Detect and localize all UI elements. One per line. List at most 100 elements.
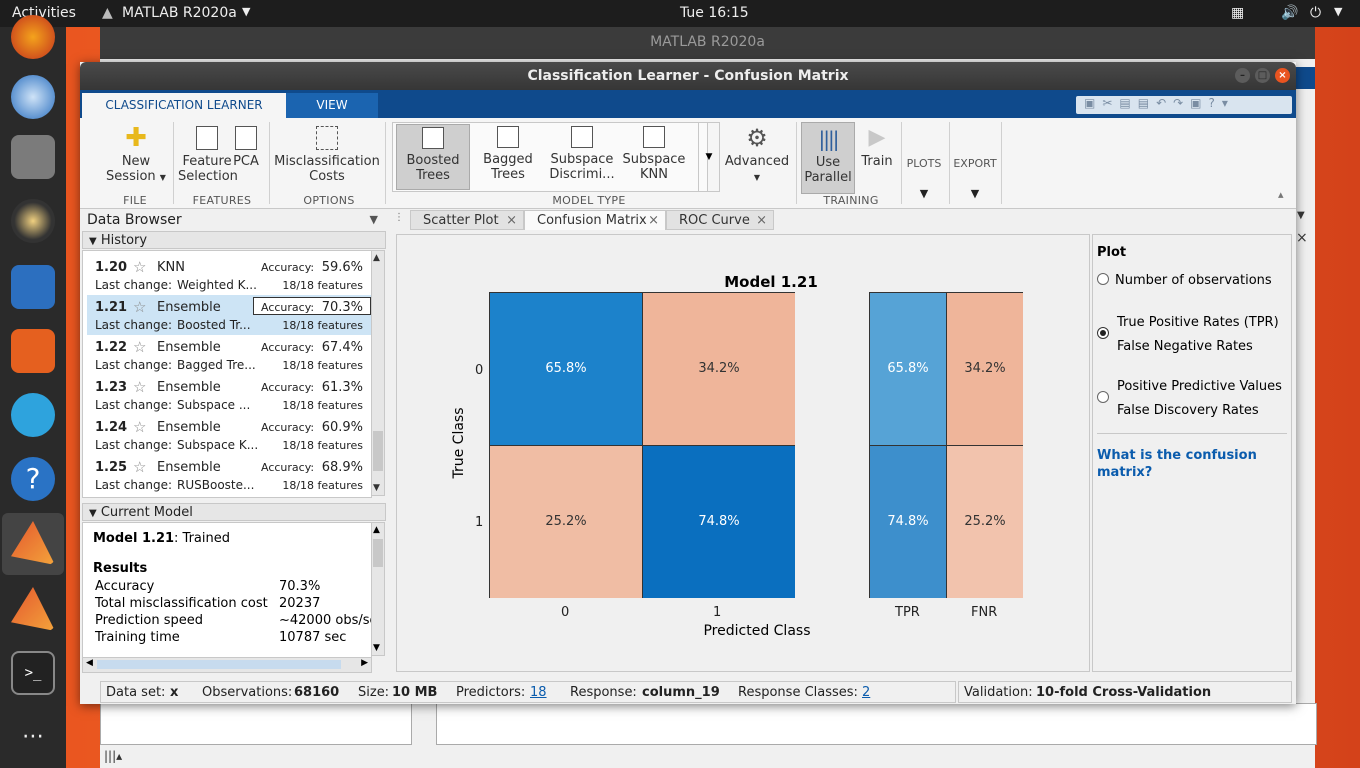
help-icon[interactable]: ? xyxy=(11,457,55,501)
plot-options-title: Plot xyxy=(1097,245,1127,260)
scroll-up-icon[interactable]: ▲ xyxy=(373,525,380,535)
help-link[interactable]: What is the confusion matrix? xyxy=(1097,447,1277,481)
table-icon xyxy=(196,126,218,150)
thunderbird-icon[interactable] xyxy=(11,75,55,119)
scrollbar-thumb[interactable] xyxy=(373,539,383,567)
subspace-discriminant-icon xyxy=(571,126,593,148)
advanced-button[interactable]: ⚙ Advanced ▼ xyxy=(720,126,794,185)
accuracy-label: Accuracy: xyxy=(261,461,315,474)
history-item[interactable]: 1.20 ☆ KNN Accuracy: 59.6% Last change: Weight… xyxy=(87,255,371,295)
volume-icon[interactable]: 🔊 xyxy=(1281,5,1298,21)
play-icon: ▶ xyxy=(868,125,886,150)
star-icon[interactable]: ☆ xyxy=(133,338,146,356)
close-tab-icon[interactable]: × xyxy=(648,211,659,231)
model-type: Ensemble xyxy=(157,380,221,395)
close-panel-icon[interactable]: × xyxy=(1296,230,1308,246)
tab-classification-learner[interactable]: CLASSIFICATION LEARNER xyxy=(82,93,286,118)
background-window-title: MATLAB R2020a xyxy=(100,27,1315,59)
star-icon[interactable]: ☆ xyxy=(133,378,146,396)
current-model-scrollbar[interactable]: ▲ ▼ xyxy=(371,522,385,656)
observations-value: 68160 xyxy=(294,685,340,700)
scroll-up-icon[interactable]: ▲ xyxy=(373,253,380,263)
collapse-ribbon-icon[interactable]: ▴ xyxy=(1278,188,1284,201)
last-change-value: Bagged Tre... xyxy=(177,358,256,372)
current-model-section-header[interactable]: ▼ Current Model xyxy=(82,503,386,521)
subspace-knn-icon xyxy=(643,126,665,148)
tab-scatter-plot[interactable]: Scatter Plot × xyxy=(410,210,524,230)
scroll-down-icon[interactable]: ▼ xyxy=(373,483,380,493)
accuracy-value: 70.3% xyxy=(321,300,363,315)
scroll-right-icon[interactable]: ▶ xyxy=(361,658,368,668)
boosted-trees-button[interactable]: Boosted Trees xyxy=(396,124,470,190)
radio-number-of-observations[interactable]: Number of observations xyxy=(1097,273,1287,288)
new-session-button[interactable]: ✚ New Session ▼ xyxy=(100,125,172,185)
subspace-discriminant-button[interactable]: Subspace Discrimi... xyxy=(546,126,618,182)
firefox-icon[interactable] xyxy=(11,15,55,59)
horizontal-scrollbar[interactable]: ◀ ▶ xyxy=(82,657,372,673)
history-scrollbar[interactable]: ▲ ▼ xyxy=(371,250,385,496)
history-item[interactable]: 1.21 ☆ Ensemble Accuracy: 70.3% Last change: B… xyxy=(87,295,371,335)
tab-view[interactable]: VIEW xyxy=(286,93,378,118)
tab-roc-curve[interactable]: ROC Curve × xyxy=(666,210,774,230)
train-button[interactable]: ▶ Train xyxy=(856,125,898,170)
rhythmbox-icon[interactable] xyxy=(11,199,55,243)
star-icon[interactable]: ☆ xyxy=(133,458,146,476)
last-change-label: Last change: xyxy=(95,278,173,292)
history-item[interactable]: 1.24 ☆ Ensemble Accuracy: 60.9% Last change: S… xyxy=(87,415,371,455)
radio-icon[interactable] xyxy=(1097,273,1109,285)
telegram-icon[interactable] xyxy=(11,393,55,437)
radio-tpr-fnr[interactable]: True Positive Rates (TPR) False Negative… xyxy=(1097,315,1287,361)
panel-menu-icon[interactable]: ▼ xyxy=(370,210,378,230)
tab-confusion-matrix[interactable]: Confusion Matrix × xyxy=(524,210,666,230)
radio-ppv-fdr[interactable]: Positive Predictive Values False Discove… xyxy=(1097,379,1287,425)
subspace-knn-button[interactable]: Subspace KNN xyxy=(618,126,690,182)
star-icon[interactable]: ☆ xyxy=(133,418,146,436)
ribbon-toolstrip: ✚ New Session ▼ Feature Selection PCA Mi… xyxy=(80,118,1296,209)
chevron-down-icon[interactable]: ▼ xyxy=(242,5,250,18)
clock[interactable]: Tue 16:15 xyxy=(680,5,749,21)
use-parallel-button[interactable]: |||| Use Parallel xyxy=(801,122,855,194)
scrollbar-thumb[interactable] xyxy=(97,660,341,669)
tab-grip-icon: ⋮ xyxy=(394,212,404,223)
close-button[interactable]: × xyxy=(1275,68,1290,83)
star-icon[interactable]: ☆ xyxy=(133,258,146,276)
scroll-left-icon[interactable]: ◀ xyxy=(86,658,93,668)
bagged-trees-button[interactable]: Bagged Trees xyxy=(472,126,544,182)
response-classes-label: Response Classes: xyxy=(738,685,858,700)
misclassification-costs-button[interactable]: Misclassification Costs xyxy=(274,126,380,184)
response-classes-link[interactable]: 2 xyxy=(862,685,870,700)
minimize-button[interactable]: – xyxy=(1235,68,1250,83)
matlab-icon-2[interactable] xyxy=(11,587,55,631)
pca-button[interactable]: PCA xyxy=(228,126,264,169)
scrollbar-thumb[interactable] xyxy=(373,431,383,471)
radio-icon[interactable] xyxy=(1097,391,1109,403)
history-item[interactable]: 1.23 ☆ Ensemble Accuracy: 61.3% Last change: S… xyxy=(87,375,371,415)
close-tab-icon[interactable]: × xyxy=(756,211,767,231)
software-center-icon[interactable] xyxy=(11,329,55,373)
files-icon[interactable] xyxy=(11,135,55,179)
close-tab-icon[interactable]: × xyxy=(506,211,517,231)
star-icon[interactable]: ☆ xyxy=(133,298,146,316)
power-icon[interactable]: ⏻ xyxy=(1310,5,1321,21)
panel-menu-icon[interactable]: ▼ xyxy=(1297,210,1305,221)
plots-menu[interactable]: PLOTS ▼ xyxy=(902,156,946,201)
history-item[interactable]: 1.22 ☆ Ensemble Accuracy: 67.4% Last change: B… xyxy=(87,335,371,375)
model-number: 1.20 xyxy=(95,260,128,275)
app-menu[interactable]: MATLAB R2020a xyxy=(122,5,237,21)
system-menu-chevron-icon[interactable]: ▼ xyxy=(1334,5,1342,18)
writer-icon[interactable] xyxy=(11,265,55,309)
export-menu[interactable]: EXPORT ▼ xyxy=(950,156,1000,201)
gallery-expand-chevron-icon[interactable]: ▼ xyxy=(698,122,720,192)
scroll-down-icon[interactable]: ▼ xyxy=(373,643,380,653)
input-method-icon[interactable]: ▦ xyxy=(1231,5,1244,21)
response-value: column_19 xyxy=(642,685,720,700)
terminal-icon[interactable]: >_ xyxy=(11,651,55,695)
features-count: 18/18 features xyxy=(282,319,363,332)
quick-access-toolbar[interactable]: ▣✂▤▤↶↷▣?▾ xyxy=(1076,96,1292,114)
history-section-header[interactable]: ▼ History xyxy=(82,231,386,249)
predictors-link[interactable]: 18 xyxy=(530,685,547,700)
maximize-button[interactable]: □ xyxy=(1255,68,1270,83)
radio-checked-icon[interactable] xyxy=(1097,327,1109,339)
history-item[interactable]: 1.25 ☆ Ensemble Accuracy: 68.9% Last change: R… xyxy=(87,455,371,495)
show-apps-icon[interactable]: ⋯ xyxy=(11,715,55,759)
